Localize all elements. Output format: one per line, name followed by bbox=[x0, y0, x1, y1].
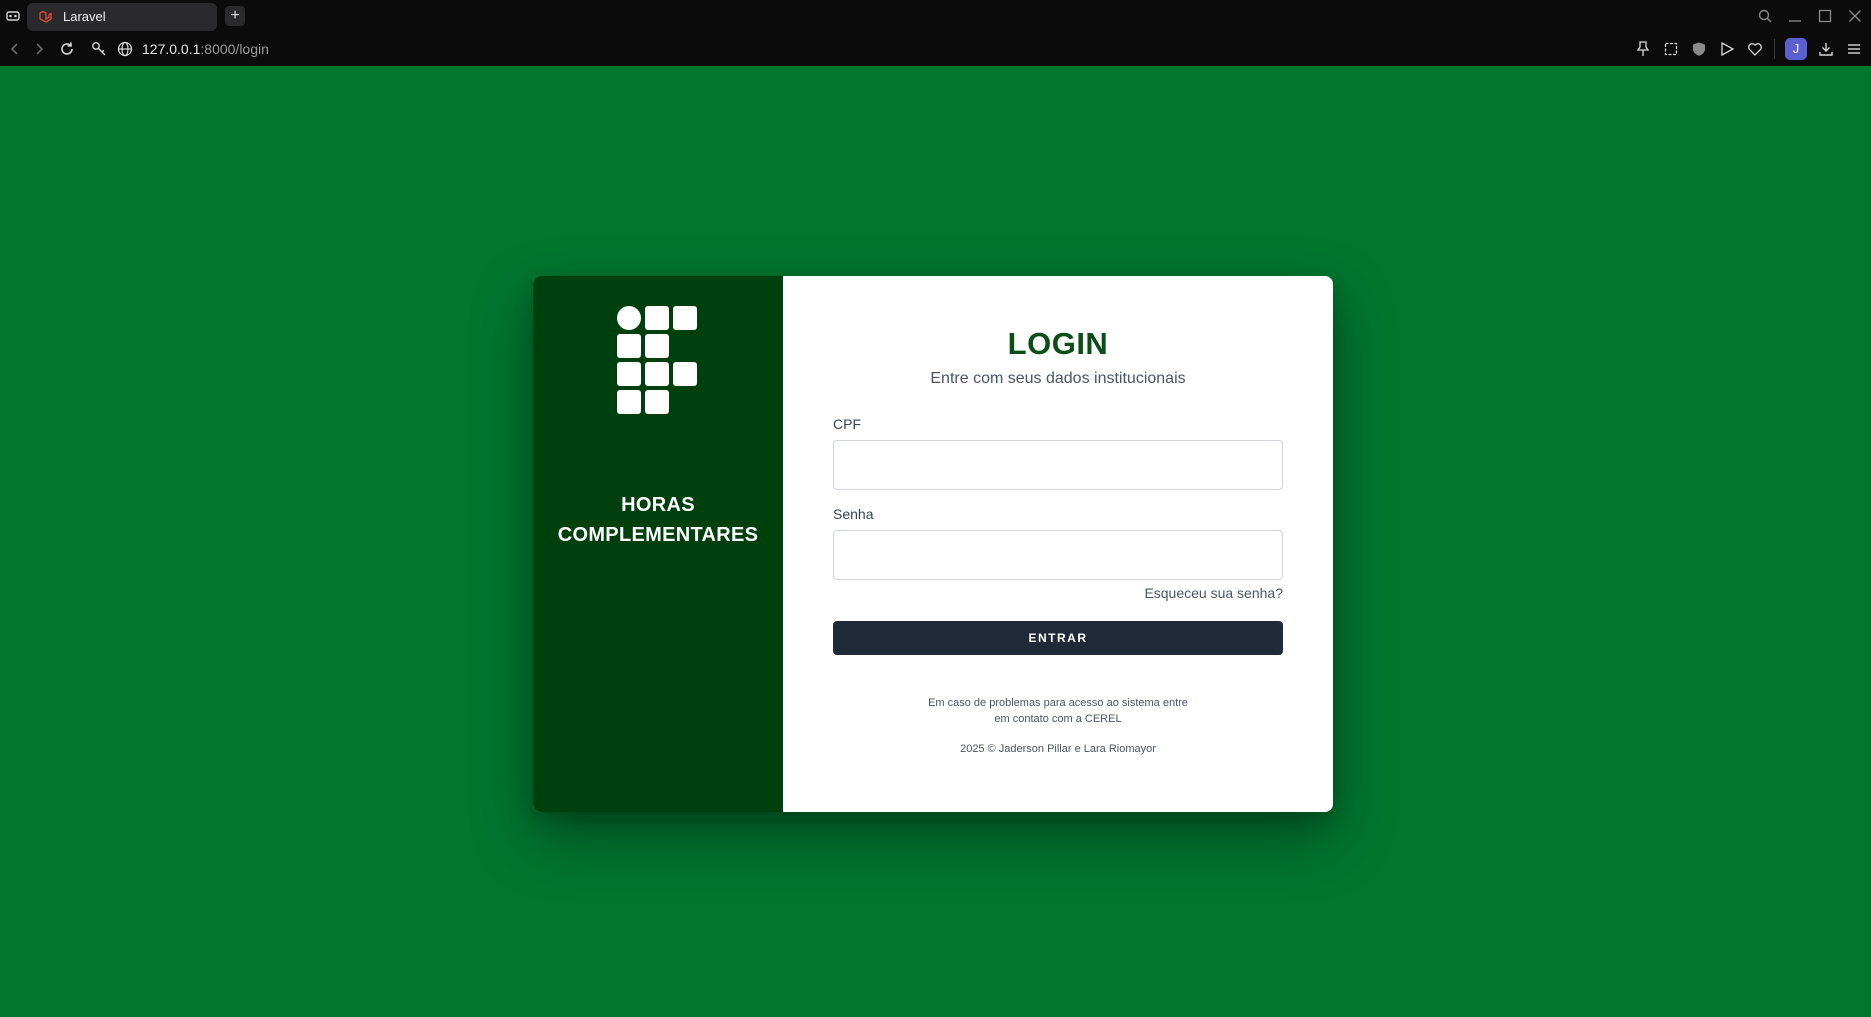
laravel-icon bbox=[37, 9, 53, 25]
login-button[interactable]: ENTRAR bbox=[833, 621, 1283, 655]
screenshot-icon[interactable] bbox=[1662, 40, 1680, 58]
login-card: HORAS COMPLEMENTARES LOGIN Entre com seu… bbox=[533, 276, 1333, 812]
brand-panel: HORAS COMPLEMENTARES bbox=[533, 276, 783, 812]
institution-logo bbox=[617, 306, 699, 414]
reload-icon[interactable] bbox=[52, 34, 82, 64]
maximize-icon[interactable] bbox=[1817, 8, 1833, 24]
help-text-line1: Em caso de problemas para acesso ao sist… bbox=[928, 697, 1188, 709]
window-controls bbox=[1757, 0, 1863, 31]
copyright-text: 2025 © Jaderson Pillar e Lara Riomayor bbox=[960, 743, 1156, 755]
toolbar-actions: J bbox=[1634, 31, 1863, 66]
globe-icon[interactable] bbox=[116, 40, 134, 58]
shield-icon[interactable] bbox=[1690, 40, 1708, 58]
download-icon[interactable] bbox=[1817, 40, 1835, 58]
browser-tabbar: Laravel + bbox=[0, 0, 1871, 31]
browser-tab[interactable]: Laravel bbox=[27, 2, 217, 31]
url-path: :8000/login bbox=[200, 40, 269, 57]
brand-title-line1: HORAS bbox=[621, 494, 695, 516]
send-icon[interactable] bbox=[1718, 40, 1736, 58]
url-host: 127.0.0.1 bbox=[142, 40, 201, 57]
profile-avatar[interactable]: J bbox=[1785, 37, 1807, 60]
minimize-icon[interactable] bbox=[1787, 8, 1803, 24]
help-text: Em caso de problemas para acesso ao sist… bbox=[833, 695, 1283, 727]
cpf-label: CPF bbox=[833, 416, 861, 432]
password-label: Senha bbox=[833, 506, 874, 522]
url-text[interactable]: 127.0.0.1:8000/login bbox=[142, 41, 269, 57]
browser-menu-icon[interactable] bbox=[0, 0, 26, 31]
brand-title-line2: COMPLEMENTARES bbox=[557, 524, 759, 546]
login-form: LOGIN Entre com seus dados institucionai… bbox=[783, 276, 1333, 812]
heart-icon[interactable] bbox=[1746, 40, 1764, 58]
close-icon[interactable] bbox=[1847, 8, 1863, 24]
page-title: LOGIN bbox=[1007, 326, 1109, 361]
forward-arrow-icon[interactable] bbox=[24, 34, 54, 64]
cpf-input[interactable] bbox=[833, 440, 1283, 490]
tab-title: Laravel bbox=[63, 9, 106, 24]
forgot-password-link[interactable]: Esqueceu sua senha? bbox=[1144, 585, 1283, 601]
new-tab-button[interactable]: + bbox=[225, 5, 245, 26]
password-input[interactable] bbox=[833, 530, 1283, 580]
page-viewport: HORAS COMPLEMENTARES LOGIN Entre com seu… bbox=[0, 66, 1871, 1017]
brand-title: HORAS COMPLEMENTARES bbox=[558, 490, 759, 550]
help-text-line2: em contato com a CEREL bbox=[994, 713, 1122, 725]
browser-toolbar: 127.0.0.1:8000/login J bbox=[0, 31, 1871, 66]
search-tabs-icon[interactable] bbox=[1757, 8, 1773, 24]
page-subtitle: Entre com seus dados institucionais bbox=[930, 370, 1186, 387]
key-icon[interactable] bbox=[90, 40, 108, 58]
menu-icon[interactable] bbox=[1845, 40, 1863, 58]
address-bar[interactable]: 127.0.0.1:8000/login bbox=[90, 40, 269, 58]
toolbar-separator bbox=[1774, 38, 1775, 59]
forgot-row: Esqueceu sua senha? bbox=[833, 585, 1283, 603]
pin-icon[interactable] bbox=[1634, 40, 1652, 58]
